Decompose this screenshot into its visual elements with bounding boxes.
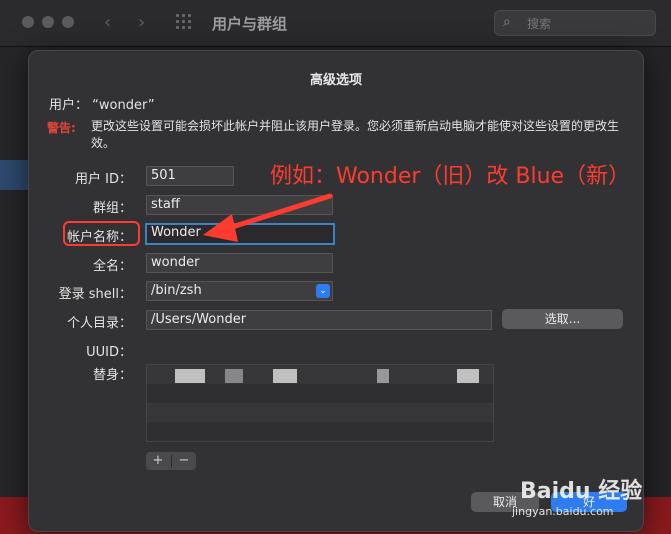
watermark-url: jingyan.baidu.com [512, 505, 614, 518]
annotation-arrow-icon [203, 193, 333, 242]
watermark-brand: Baidu 经验 [520, 479, 643, 504]
watermark: Baidu 经验 jingyan.baidu.com [512, 465, 660, 525]
